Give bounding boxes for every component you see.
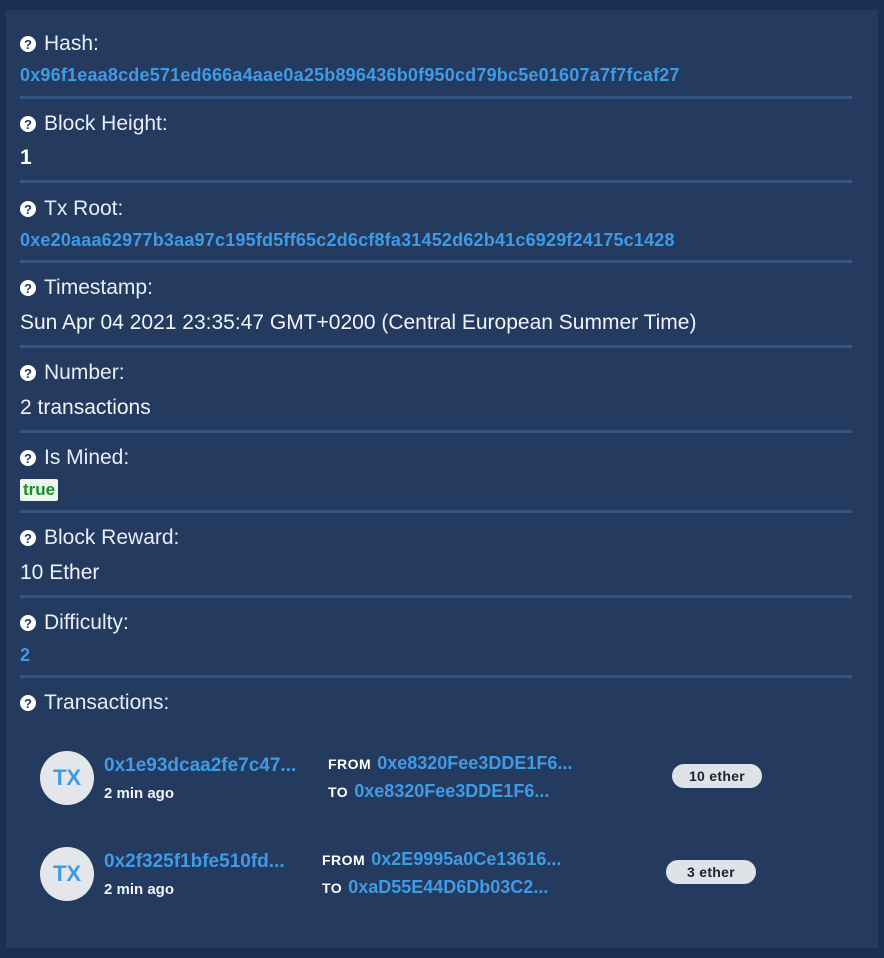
from-address-link[interactable]: 0x2E9995a0Ce13616... <box>371 849 561 870</box>
question-circle-icon[interactable]: ? <box>20 116 36 132</box>
tx-hash-link[interactable]: 0x1e93dcaa2fe7c47... <box>104 755 296 777</box>
question-circle-icon[interactable]: ? <box>20 280 36 296</box>
is-mined-field: ? Is Mined: <box>20 446 852 470</box>
block-height-label: Block Height: <box>44 112 168 135</box>
block-reward-label: Block Reward: <box>44 526 180 549</box>
from-label: FROM <box>328 756 372 772</box>
question-circle-icon[interactable]: ? <box>20 615 36 631</box>
to-address-link[interactable]: 0xaD55E44D6Db03C2... <box>348 877 548 898</box>
is-mined-label: Is Mined: <box>44 446 130 469</box>
hash-field: ? Hash: <box>20 32 852 56</box>
tx-to: TO 0xe8320Fee3DDE1F6... <box>328 781 549 802</box>
question-circle-icon[interactable]: ? <box>20 36 36 52</box>
number-label: Number: <box>44 361 125 384</box>
divider <box>20 430 852 433</box>
from-address-link[interactable]: 0xe8320Fee3DDE1F6... <box>377 753 572 774</box>
divider <box>20 595 852 598</box>
difficulty-label: Difficulty: <box>44 611 129 634</box>
transactions-field: ? Transactions: <box>20 691 852 715</box>
timestamp-field: ? Timestamp: <box>20 276 852 300</box>
tx-from: FROM 0xe8320Fee3DDE1F6... <box>328 753 572 774</box>
to-label: TO <box>328 784 349 800</box>
tx-from: FROM 0x2E9995a0Ce13616... <box>322 849 561 870</box>
is-mined-value: true <box>20 479 59 501</box>
block-details-panel: ? Hash: 0x96f1eaa8cde571ed666a4aae0a25b8… <box>6 10 878 948</box>
question-circle-icon[interactable]: ? <box>20 530 36 546</box>
tx-root-label: Tx Root: <box>44 197 124 220</box>
divider <box>20 96 852 99</box>
question-circle-icon[interactable]: ? <box>20 365 36 381</box>
to-label: TO <box>322 880 343 896</box>
timestamp-value: Sun Apr 04 2021 23:35:47 GMT+0200 (Centr… <box>20 311 697 334</box>
number-value: 2 transactions <box>20 396 151 419</box>
divider <box>20 510 852 513</box>
to-address-link[interactable]: 0xe8320Fee3DDE1F6... <box>354 781 549 802</box>
divider <box>20 345 852 348</box>
amount-badge: 3 ether <box>666 860 756 884</box>
question-circle-icon[interactable]: ? <box>20 201 36 217</box>
difficulty-field: ? Difficulty: <box>20 611 852 635</box>
tx-avatar: TX <box>40 751 94 805</box>
number-field: ? Number: <box>20 361 852 385</box>
divider <box>20 180 852 183</box>
transaction-row[interactable]: TX 0x2f325f1bfe510fd... 2 min ago FROM 0… <box>40 847 800 907</box>
status-badge: true <box>20 479 59 501</box>
transactions-label: Transactions: <box>44 691 170 714</box>
question-circle-icon[interactable]: ? <box>20 450 36 466</box>
block-reward-value: 10 Ether <box>20 561 100 584</box>
from-label: FROM <box>322 852 366 868</box>
block-height-field: ? Block Height: <box>20 112 852 136</box>
tx-to: TO 0xaD55E44D6Db03C2... <box>322 877 548 898</box>
tx-hash-link[interactable]: 0x2f325f1bfe510fd... <box>104 851 285 873</box>
tx-root-value[interactable]: 0xe20aaa62977b3aa97c195fd5ff65c2d6cf8fa3… <box>20 230 675 251</box>
tx-time: 2 min ago <box>104 881 175 898</box>
block-reward-field: ? Block Reward: <box>20 526 852 550</box>
tx-time: 2 min ago <box>104 785 175 802</box>
hash-value[interactable]: 0x96f1eaa8cde571ed666a4aae0a25b896436b0f… <box>20 65 680 86</box>
transaction-row[interactable]: TX 0x1e93dcaa2fe7c47... 2 min ago FROM 0… <box>40 751 800 811</box>
hash-label: Hash: <box>44 32 99 55</box>
timestamp-label: Timestamp: <box>44 276 153 299</box>
tx-avatar: TX <box>40 847 94 901</box>
block-height-value: 1 <box>20 146 32 169</box>
question-circle-icon[interactable]: ? <box>20 695 36 711</box>
tx-root-field: ? Tx Root: <box>20 197 852 221</box>
difficulty-value: 2 <box>20 645 31 665</box>
divider <box>20 260 852 263</box>
amount-badge: 10 ether <box>672 764 762 788</box>
divider <box>20 675 852 678</box>
